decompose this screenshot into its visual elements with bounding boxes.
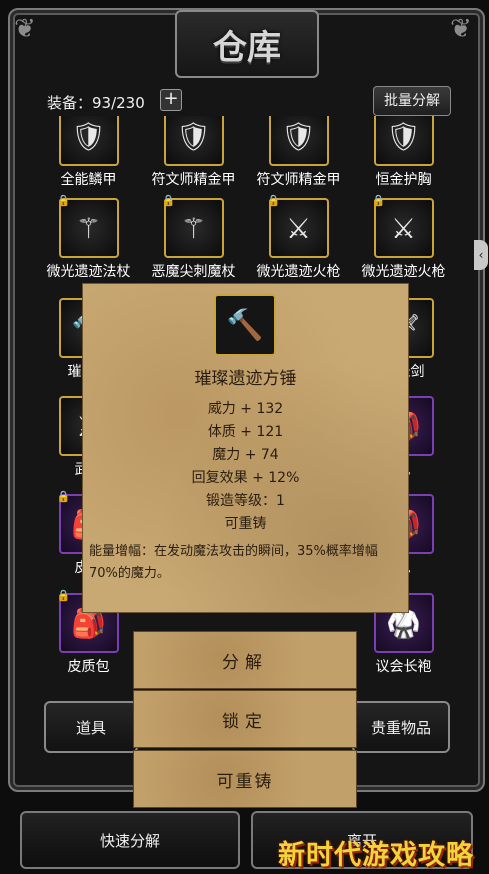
item-name: 皮质包 — [67, 659, 110, 675]
stat-power: 威力 + 132 — [207, 401, 284, 417]
armor-icon: 🛡 — [163, 116, 224, 166]
stat-constitution: 体质 + 121 — [207, 424, 284, 440]
item-name: 符文师精金甲 — [256, 172, 341, 188]
bulk-decompose-button[interactable]: 批量分解 — [373, 86, 451, 116]
tab-items[interactable]: 道具 — [44, 701, 138, 753]
stat-forge-level: 锻造等级：1 — [206, 493, 285, 509]
lock-icon: 🔒 — [56, 490, 71, 503]
armor-icon: 🛡 — [268, 116, 329, 166]
lock-icon: 🔒 — [56, 194, 71, 207]
item-name: 恒金护胸 — [375, 172, 432, 188]
item-cell[interactable]: 🛡 恒金护胸 — [351, 116, 456, 189]
item-cell[interactable]: 🔒 ⚔ 微光遗迹火枪 — [246, 194, 351, 281]
musket-icon: 🔒 ⚔ — [267, 194, 329, 258]
reforge-button[interactable]: 可重铸 — [133, 750, 357, 808]
page-title: 仓库 — [175, 10, 319, 78]
item-detail-popup: 🔨 璀璨遗迹方锤 威力 + 132 体质 + 121 魔力 + 74 回复效果 … — [82, 283, 409, 613]
item-name: 全能鳞甲 — [60, 172, 117, 188]
lock-icon: 🔒 — [266, 194, 281, 207]
item-cell[interactable]: 🛡 符文师精金甲 — [141, 116, 246, 189]
item-name: 议会长袍 — [375, 659, 432, 675]
item-cell[interactable]: 🛡 符文师精金甲 — [246, 116, 351, 189]
item-name: 微光遗迹火枪 — [361, 264, 446, 280]
expand-capacity-button[interactable]: + — [160, 89, 182, 111]
item-name: 微光遗迹火枪 — [256, 264, 341, 280]
ornament-top-right-icon: ❦ — [450, 14, 472, 44]
tab-valuables[interactable]: 贵重物品 — [352, 701, 450, 753]
decompose-button[interactable]: 分解 — [133, 631, 357, 689]
item-cell[interactable]: 🔒 ⚚ 微光遗迹法杖 — [36, 194, 141, 281]
staff-icon: 🔒 ⚚ — [57, 194, 119, 258]
item-description: 能量增幅：在发动魔法攻击的瞬间，35%概率增幅70%的魔力。 — [89, 544, 378, 581]
stat-magic: 魔力 + 74 — [212, 447, 279, 463]
lock-button[interactable]: 锁定 — [133, 690, 357, 748]
stat-reforgeable: 可重铸 — [224, 516, 267, 532]
armor-icon: 🛡 — [58, 116, 119, 166]
item-cell[interactable]: 🔒 ⚔ 微光遗迹火枪 — [351, 194, 456, 281]
ornament-top-left-icon: ❦ — [14, 14, 36, 44]
quick-decompose-button[interactable]: 快速分解 — [20, 811, 240, 869]
hammer-icon: 🔨 — [214, 294, 276, 356]
wand-icon: 🔒 ⚚ — [162, 194, 224, 258]
stat-recovery: 回复效果 + 12% — [191, 470, 300, 486]
lock-icon: 🔒 — [161, 194, 176, 207]
armor-icon: 🛡 — [373, 116, 434, 166]
item-detail-title: 璀璨遗迹方锤 — [194, 369, 297, 389]
item-cell[interactable]: 🔒 ⚚ 恶魔尖刺魔杖 — [141, 194, 246, 281]
item-name: 微光遗迹法杖 — [46, 264, 131, 280]
equipment-count: 装备：93/230 — [47, 94, 145, 112]
lock-icon: 🔒 — [56, 589, 71, 602]
musket-icon: 🔒 ⚔ — [372, 194, 434, 258]
watermark-text: 新时代游戏攻略 — [278, 840, 474, 871]
item-name: 恶魔尖刺魔杖 — [151, 264, 236, 280]
item-cell[interactable]: 🛡 全能鳞甲 — [36, 116, 141, 189]
scroll-right-arrow-icon[interactable]: ‹ — [474, 240, 488, 270]
lock-icon: 🔒 — [371, 194, 386, 207]
item-name: 符文师精金甲 — [151, 172, 236, 188]
